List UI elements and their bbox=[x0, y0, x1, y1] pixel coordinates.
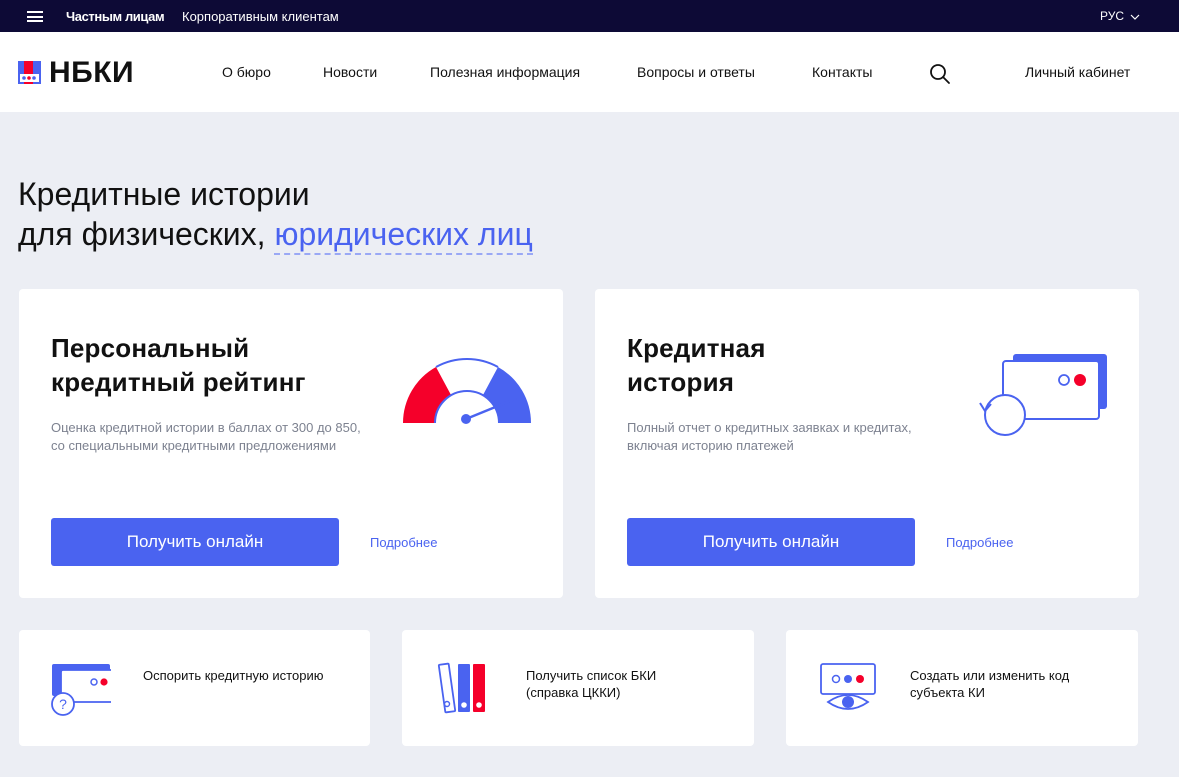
title-line-1: Кредитные истории bbox=[18, 176, 310, 212]
nav-contacts[interactable]: Контакты bbox=[812, 64, 872, 80]
title-line-2-prefix: для физических, bbox=[18, 216, 266, 252]
page-title: Кредитные истории для физических, юридич… bbox=[18, 174, 533, 255]
card-question-icon: ? bbox=[51, 664, 111, 716]
card-description: Оценка кредитной истории в баллах от 300… bbox=[51, 420, 361, 453]
logo-mark-icon bbox=[18, 61, 41, 84]
nav-useful-info[interactable]: Полезная информация bbox=[430, 64, 580, 80]
get-history-online-button[interactable]: Получить онлайн bbox=[627, 518, 915, 566]
main-header: НБКИ О бюро Новости Полезная информация … bbox=[0, 32, 1179, 112]
small-card-text: Оспорить кредитную историю bbox=[143, 668, 324, 683]
card-title: Персональный кредитный рейтинг bbox=[51, 333, 306, 397]
eye-monitor-icon bbox=[820, 663, 876, 710]
search-icon[interactable] bbox=[929, 63, 951, 85]
language-selector[interactable]: РУС bbox=[1100, 9, 1140, 23]
nav-faq[interactable]: Вопросы и ответы bbox=[637, 64, 755, 80]
history-more-link[interactable]: Подробнее bbox=[946, 535, 1013, 550]
credit-history-card: Кредитная история Полный отчет о кредитн… bbox=[595, 289, 1139, 598]
subject-code-card[interactable]: Создать или изменить код субъекта КИ bbox=[786, 630, 1138, 746]
svg-text:?: ? bbox=[59, 696, 67, 712]
chevron-down-icon bbox=[1130, 14, 1140, 20]
logo-text: НБКИ bbox=[49, 56, 135, 89]
dispute-credit-history-card[interactable]: ? Оспорить кредитную историю bbox=[19, 630, 370, 746]
binders-icon bbox=[437, 662, 485, 714]
get-rating-online-button[interactable]: Получить онлайн bbox=[51, 518, 339, 566]
nav-news[interactable]: Новости bbox=[323, 64, 377, 80]
credit-card-history-icon bbox=[979, 354, 1107, 436]
personal-account-link[interactable]: Личный кабинет bbox=[1025, 64, 1130, 80]
credit-rating-card: Персональный кредитный рейтинг Оценка кр… bbox=[19, 289, 563, 598]
card-description: Полный отчет о кредитных заявках и креди… bbox=[627, 420, 912, 453]
bki-list-card[interactable]: Получить список БКИ (справка ЦККИ) bbox=[402, 630, 754, 746]
speedometer-icon bbox=[403, 357, 531, 424]
rating-more-link[interactable]: Подробнее bbox=[370, 535, 437, 550]
top-bar: Частным лицам Корпоративным клиентам РУС bbox=[0, 0, 1179, 32]
top-link-private[interactable]: Частным лицам bbox=[66, 9, 165, 24]
title-legal-entities-link[interactable]: юридических лиц bbox=[274, 216, 533, 255]
language-label: РУС bbox=[1100, 9, 1125, 23]
top-link-corporate[interactable]: Корпоративным клиентам bbox=[182, 9, 339, 24]
small-card-text: Создать или изменить код субъекта КИ bbox=[910, 668, 1070, 700]
card-title: Кредитная история bbox=[627, 333, 766, 397]
burger-menu-icon[interactable] bbox=[27, 11, 43, 22]
nav-about[interactable]: О бюро bbox=[222, 64, 271, 80]
small-card-text: Получить список БКИ (справка ЦККИ) bbox=[526, 668, 657, 700]
